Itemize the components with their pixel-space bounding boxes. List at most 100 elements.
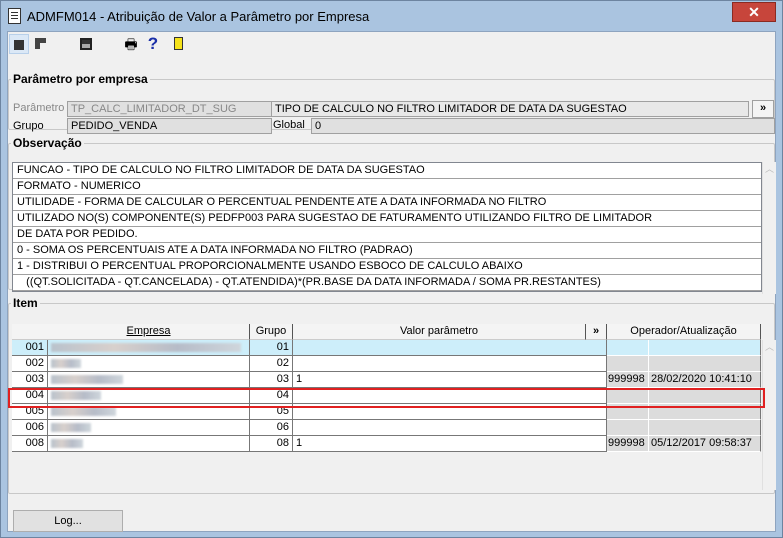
row-empresa (48, 356, 250, 372)
item-group: Item Empresa Grupo Valor parâmetro » Ope… (8, 296, 776, 494)
window-icon[interactable] (30, 34, 50, 54)
window: ADMFM014 - Atribuição de Valor a Parâmet… (0, 0, 783, 538)
parametro-field: TP_CALC_LIMITADOR_DT_SUG (67, 101, 272, 117)
row-valor[interactable] (293, 404, 607, 420)
item-grid: Empresa Grupo Valor parâmetro » Operador… (12, 324, 764, 452)
row-empresa (48, 340, 250, 356)
row-data (649, 388, 761, 404)
row-operador (607, 388, 649, 404)
row-valor[interactable] (293, 388, 607, 404)
grupo-field: PEDIDO_VENDA (67, 118, 272, 134)
row-operador (607, 356, 649, 372)
row-code: 002 (12, 356, 48, 372)
parametro-group: Parâmetro por empresa Parâmetro TP_CALC_… (8, 72, 775, 134)
row-operador (607, 404, 649, 420)
close-button[interactable]: ✕ (732, 2, 776, 22)
row-data: 05/12/2017 09:58:37 (649, 436, 761, 452)
row-grupo: 05 (250, 404, 293, 420)
row-valor[interactable] (293, 340, 607, 356)
row-data: 28/02/2020 10:41:10 (649, 372, 761, 388)
redacted-name (51, 375, 123, 384)
header-more-button[interactable]: » (586, 324, 607, 340)
window-title: ADMFM014 - Atribuição de Valor a Parâmet… (27, 9, 370, 24)
parametro-more-button[interactable]: » (752, 100, 774, 118)
help-icon[interactable]: ? (143, 34, 163, 54)
row-grupo: 06 (250, 420, 293, 436)
row-valor[interactable] (293, 420, 607, 436)
row-grupo: 04 (250, 388, 293, 404)
global-field: 0 (311, 118, 775, 134)
item-scrollbar[interactable]: ︿ (762, 340, 776, 490)
header-operador[interactable]: Operador/Atualização (607, 324, 761, 340)
observacao-line: DE DATA POR PEDIDO. (13, 227, 761, 243)
row-data (649, 340, 761, 356)
row-data (649, 356, 761, 372)
row-data (649, 404, 761, 420)
global-label: Global (273, 119, 305, 131)
row-data (649, 420, 761, 436)
observacao-line: ((QT.SOLICITADA - QT.CANCELADA) - QT.ATE… (13, 275, 761, 291)
observacao-line: UTILIDADE - FORMA DE CALCULAR O PERCENTU… (13, 195, 761, 211)
observacao-scrollbar[interactable]: ︿ (762, 162, 776, 294)
row-code: 006 (12, 420, 48, 436)
document-icon (8, 8, 21, 24)
row-operador (607, 420, 649, 436)
save-icon[interactable] (76, 34, 96, 54)
table-row[interactable]: 001 01 (12, 340, 764, 356)
observacao-legend: Observação (13, 136, 82, 150)
row-code: 004 (12, 388, 48, 404)
header-empresa[interactable]: Empresa (48, 324, 250, 340)
header-valor[interactable]: Valor parâmetro (293, 324, 586, 340)
table-row[interactable]: 006 06 (12, 420, 764, 436)
log-button[interactable]: Log... (13, 510, 123, 532)
row-code: 001 (12, 340, 48, 356)
row-grupo: 01 (250, 340, 293, 356)
observacao-line: FORMATO - NUMERICO (13, 179, 761, 195)
redacted-name (51, 407, 116, 416)
row-operador: 999998 (607, 436, 649, 452)
grid-header: Empresa Grupo Valor parâmetro » Operador… (12, 324, 764, 340)
observacao-line: 0 - SOMA OS PERCENTUAIS ATE A DATA INFOR… (13, 243, 761, 259)
exit-icon[interactable] (168, 34, 188, 54)
table-row[interactable]: 005 05 (12, 404, 764, 420)
navigate-icon[interactable] (9, 34, 29, 54)
grupo-label: Grupo (13, 120, 44, 132)
redacted-name (51, 439, 83, 448)
client-area: 🖶 ? Parâmetro por empresa Parâmetro TP_C… (7, 31, 776, 532)
row-valor[interactable]: 1 (293, 372, 607, 388)
parametro-description: TIPO DE CALCULO NO FILTRO LIMITADOR DE D… (271, 101, 749, 117)
row-operador: 999998 (607, 372, 649, 388)
row-grupo: 03 (250, 372, 293, 388)
title-bar: ADMFM014 - Atribuição de Valor a Parâmet… (1, 1, 782, 31)
row-valor[interactable] (293, 356, 607, 372)
parametro-legend: Parâmetro por empresa (13, 72, 148, 86)
observacao-list: FUNCAO - TIPO DE CALCULO NO FILTRO LIMIT… (12, 162, 762, 292)
row-grupo: 08 (250, 436, 293, 452)
redacted-name (51, 359, 81, 368)
header-grupo[interactable]: Grupo (250, 324, 293, 340)
row-empresa (48, 436, 250, 452)
table-row[interactable]: 002 02 (12, 356, 764, 372)
row-empresa (48, 372, 250, 388)
row-code: 003 (12, 372, 48, 388)
observacao-line: 1 - DISTRIBUI O PERCENTUAL PROPORCIONALM… (13, 259, 761, 275)
row-empresa (48, 388, 250, 404)
observacao-line: UTILIZADO NO(S) COMPONENTE(S) PEDFP003 P… (13, 211, 761, 227)
observacao-line: FUNCAO - TIPO DE CALCULO NO FILTRO LIMIT… (13, 163, 761, 179)
row-code: 005 (12, 404, 48, 420)
row-grupo: 02 (250, 356, 293, 372)
row-empresa (48, 420, 250, 436)
table-row[interactable]: 003 03 1 999998 28/02/2020 10:41:10 (12, 372, 764, 388)
print-icon[interactable]: 🖶 (121, 34, 141, 54)
row-code: 008 (12, 436, 48, 452)
row-empresa (48, 404, 250, 420)
redacted-name (51, 343, 241, 352)
header-code (12, 324, 48, 340)
table-row[interactable]: 008 08 1 999998 05/12/2017 09:58:37 (12, 436, 764, 452)
table-row[interactable]: 004 04 (12, 388, 764, 404)
row-operador (607, 340, 649, 356)
toolbar: 🖶 ? (8, 32, 775, 56)
parametro-label: Parâmetro (13, 102, 65, 114)
row-valor[interactable]: 1 (293, 436, 607, 452)
redacted-name (51, 423, 91, 432)
